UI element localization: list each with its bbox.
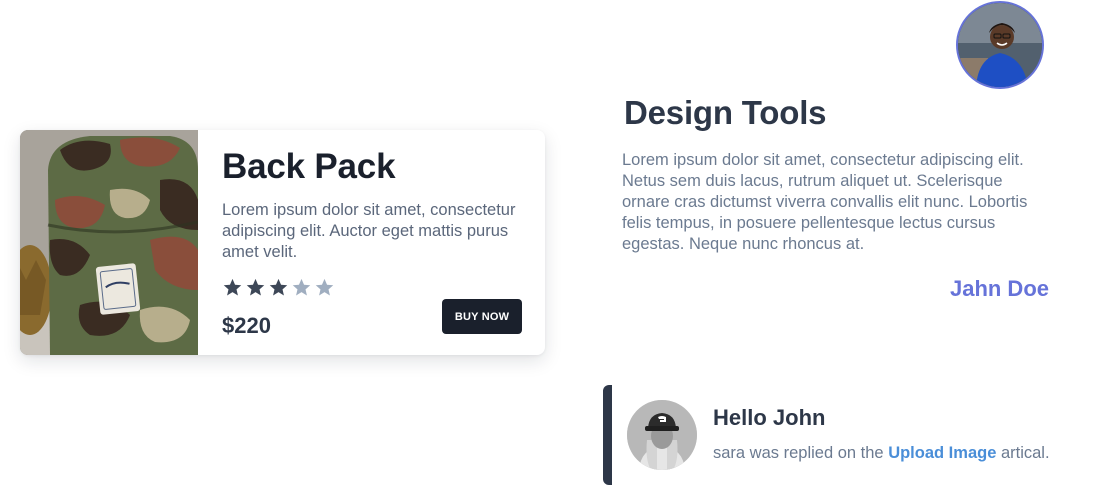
star-filled-icon [223, 278, 242, 296]
product-card: Back Pack Lorem ipsum dolor sit amet, co… [20, 130, 545, 355]
product-body: Back Pack Lorem ipsum dolor sit amet, co… [198, 130, 545, 355]
testimonial-title: Design Tools [624, 94, 827, 131]
notification-message-suffix: artical. [996, 444, 1050, 462]
notification-message: sara was replied on the Upload Image art… [713, 444, 1050, 463]
notification-message-prefix: sara was replied on the [713, 444, 889, 462]
star-empty-icon [292, 278, 311, 296]
upload-image-link[interactable]: Upload Image [888, 444, 996, 462]
author-avatar [956, 1, 1044, 89]
product-image [20, 130, 198, 355]
notification-avatar [627, 400, 697, 470]
product-title: Back Pack [222, 147, 396, 186]
testimonial-author[interactable]: Jahn Doe [950, 276, 1049, 302]
product-price: $220 [222, 313, 271, 338]
star-filled-icon [246, 278, 265, 296]
star-rating [222, 277, 335, 298]
notification-card[interactable]: Hello John sara was replied on the Uploa… [603, 385, 1093, 485]
notification-title: Hello John [713, 405, 826, 430]
star-empty-icon [315, 278, 334, 296]
product-description: Lorem ipsum dolor sit amet, consectetur … [222, 201, 516, 261]
testimonial-text: Lorem ipsum dolor sit amet, consectetur … [622, 151, 1028, 253]
buy-now-button[interactable]: BUY NOW [442, 299, 522, 334]
star-filled-icon [269, 278, 288, 296]
